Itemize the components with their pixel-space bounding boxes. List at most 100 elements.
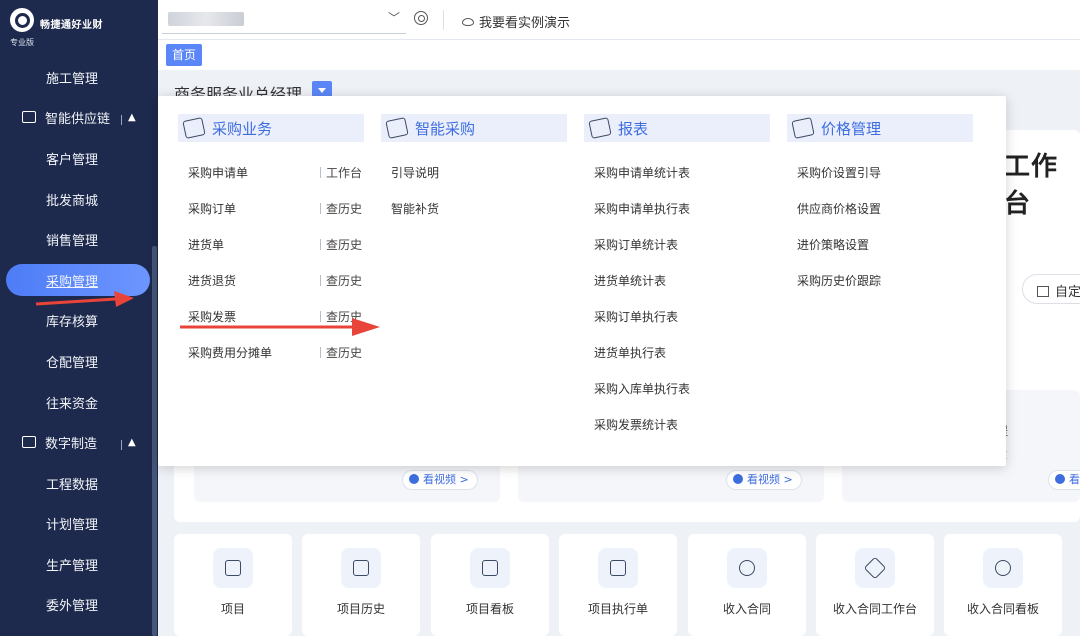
demo-link[interactable]: 我要看实例演示: [462, 12, 570, 31]
play-icon: [733, 474, 743, 484]
chevron-down-icon: ﹀: [387, 11, 400, 25]
menu-item[interactable]: 进价策略设置: [787, 226, 973, 262]
quick-entry-label: 项目: [220, 602, 245, 616]
quick-entry-project-history[interactable]: 项目历史: [302, 534, 420, 636]
video-label: 看视频 >: [423, 473, 469, 486]
menu-item[interactable]: 供应商价格设置: [787, 190, 973, 226]
sidebar-item-planning[interactable]: 计划管理: [0, 503, 154, 543]
caret-up-icon[interactable]: ▲: [121, 437, 136, 450]
caret-up-icon[interactable]: ▲: [121, 112, 136, 125]
menu-item-label[interactable]: 采购费用分摊单: [188, 344, 272, 361]
sidebar-item-label: 客户管理: [46, 152, 99, 168]
menu-item-label[interactable]: 进货单执行表: [594, 344, 666, 361]
quick-entry-label: 项目看板: [465, 602, 514, 616]
menu-item-label[interactable]: 进货单: [188, 236, 224, 253]
purchase-business-icon: [182, 117, 206, 139]
menu-item[interactable]: 采购发票统计表: [584, 406, 770, 442]
workbench-link[interactable]: 工作台: [320, 164, 362, 181]
tab-row: 首页: [158, 40, 1080, 70]
watch-video-button[interactable]: 看视频 >: [1048, 470, 1080, 490]
menu-item-label[interactable]: 采购价设置引导: [797, 164, 881, 181]
menu-item[interactable]: 采购费用分摊单 查历史: [178, 334, 364, 370]
menu-item-label[interactable]: 采购申请单执行表: [594, 200, 690, 217]
menu-item[interactable]: 采购订单 查历史: [178, 190, 364, 226]
menu-item[interactable]: 采购订单执行表: [584, 298, 770, 334]
purchase-mega-menu: 采购业务 采购申请单 工作台 采购订单 查历史 进货单 查历史 进货退货 查历史 采购发…: [158, 96, 1006, 466]
sidebar-item-customer[interactable]: 客户管理: [0, 138, 154, 178]
sidebar-group-supply-chain[interactable]: 智能供应链 ▲: [0, 97, 154, 137]
annotation-arrow-icon: [35, 291, 134, 307]
menu-item[interactable]: 采购申请单统计表: [584, 154, 770, 190]
menu-item[interactable]: 采购入库单执行表: [584, 370, 770, 406]
watch-video-button[interactable]: 看视频 >: [402, 470, 478, 490]
menu-item[interactable]: 进货退货 查历史: [178, 262, 364, 298]
menu-item-label[interactable]: 进货退货: [188, 272, 236, 289]
sidebar-item-label: 仓配管理: [46, 355, 99, 371]
sidebar-group-manufacturing[interactable]: 数字制造 ▲: [0, 422, 154, 462]
customize-button[interactable]: 自定: [1022, 274, 1080, 304]
menu-item-label[interactable]: 采购订单执行表: [594, 308, 678, 325]
brand: 畅捷通好业财 专业版: [0, 0, 158, 54]
menu-item-label[interactable]: 进货单统计表: [594, 272, 666, 289]
history-link[interactable]: 查历史: [320, 236, 362, 253]
menu-item[interactable]: 采购价设置引导: [787, 154, 973, 190]
smart-purchase-icon: [385, 117, 409, 139]
menu-item-label[interactable]: 进价策略设置: [797, 236, 869, 253]
sidebar-item-sales[interactable]: 销售管理: [0, 219, 154, 259]
history-link[interactable]: 查历史: [320, 272, 362, 289]
sidebar-item-label: 生产管理: [46, 558, 99, 574]
menu-item[interactable]: 采购申请单 工作台: [178, 154, 364, 190]
edition-label: 专业版: [10, 38, 34, 47]
pie-chart-icon: [727, 548, 767, 588]
menu-item-label[interactable]: 采购申请单统计表: [594, 164, 690, 181]
sidebar-item-wholesale-mall[interactable]: 批发商城: [0, 179, 154, 219]
menu-item[interactable]: 进货单执行表: [584, 334, 770, 370]
settings-gear-icon[interactable]: [414, 11, 428, 25]
quick-entry-contract-workbench[interactable]: 收入合同工作台: [816, 534, 934, 636]
eye-icon: [462, 17, 474, 26]
menu-item[interactable]: 引导说明: [381, 154, 567, 190]
menu-item-label[interactable]: 采购历史价跟踪: [797, 272, 881, 289]
quick-entry-project-board[interactable]: 项目看板: [431, 534, 549, 636]
menu-item-label[interactable]: 智能补货: [391, 200, 439, 217]
sidebar-scrollbar[interactable]: [152, 246, 157, 636]
sidebar-item-engineering-data[interactable]: 工程数据: [0, 463, 154, 503]
menu-item-label[interactable]: 供应商价格设置: [797, 200, 881, 217]
menu-item-label[interactable]: 采购发票统计表: [594, 416, 678, 433]
menu-item-label[interactable]: 采购订单统计表: [594, 236, 678, 253]
quick-entry-label: 收入合同: [722, 602, 771, 616]
menu-item[interactable]: 采购申请单执行表: [584, 190, 770, 226]
menu-item[interactable]: 采购订单统计表: [584, 226, 770, 262]
sidebar-item-outsourcing[interactable]: 委外管理: [0, 584, 154, 624]
sidebar-item-label: 智能供应链: [45, 111, 111, 127]
sidebar-item-label: 工程数据: [46, 477, 99, 493]
sidebar: 畅捷通好业财 专业版 施工管理 智能供应链 ▲ 客户管理 批发商城 销售管理 采购…: [0, 0, 158, 636]
sidebar-item-production[interactable]: 生产管理: [0, 544, 154, 584]
menu-item[interactable]: 采购历史价跟踪: [787, 262, 973, 298]
quick-entry-label: 项目执行单: [587, 602, 648, 616]
history-link[interactable]: 查历史: [320, 344, 362, 361]
tab-home[interactable]: 首页: [166, 44, 203, 66]
sidebar-item-construction[interactable]: 施工管理: [0, 57, 154, 97]
divider: [443, 10, 444, 30]
menu-item-label[interactable]: 采购入库单执行表: [594, 380, 690, 397]
demo-label: 我要看实例演示: [479, 16, 571, 31]
menu-item-label[interactable]: 采购订单: [188, 200, 236, 217]
quick-entry-income-contract[interactable]: 收入合同: [688, 534, 806, 636]
menu-item[interactable]: 智能补货: [381, 190, 567, 226]
quick-entry-contract-board[interactable]: 收入合同看板: [944, 534, 1062, 636]
menu-item[interactable]: 进货单统计表: [584, 262, 770, 298]
sidebar-item-label: 往来资金: [46, 396, 99, 412]
menu-item-label[interactable]: 引导说明: [391, 164, 439, 181]
menu-item[interactable]: 进货单 查历史: [178, 226, 364, 262]
quick-entry-project-execution[interactable]: 项目执行单: [559, 534, 677, 636]
sidebar-item-funds[interactable]: 往来资金: [0, 382, 154, 422]
quick-entry-project[interactable]: 项目: [174, 534, 292, 636]
watch-video-button[interactable]: 看视频 >: [726, 470, 802, 490]
menu-item-label[interactable]: 采购申请单: [188, 164, 248, 181]
history-link[interactable]: 查历史: [320, 200, 362, 217]
sidebar-item-warehouse[interactable]: 仓配管理: [0, 341, 154, 381]
report-icon: [588, 117, 612, 139]
menu-column-smart-purchase: 智能采购 引导说明 智能补货: [381, 114, 567, 226]
account-selector[interactable]: ﹀: [162, 6, 406, 34]
